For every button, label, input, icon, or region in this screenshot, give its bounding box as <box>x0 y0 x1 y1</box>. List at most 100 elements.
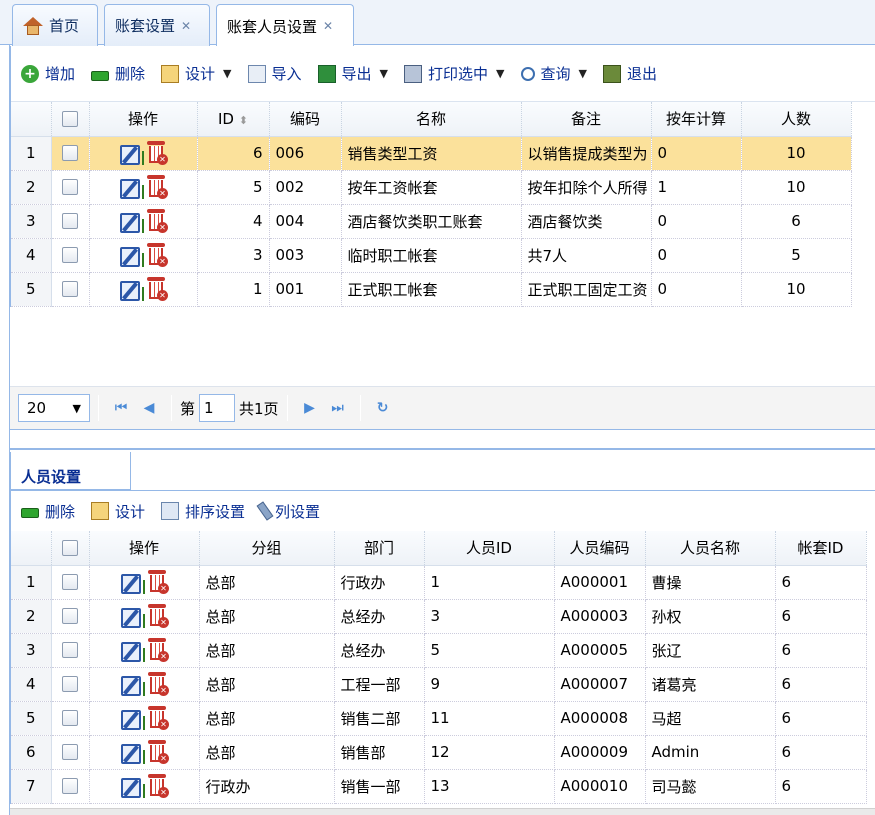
search-button[interactable]: 查询 ▼ <box>520 63 587 84</box>
row-checkbox[interactable] <box>51 769 90 804</box>
tab-account-settings[interactable]: 账套设置 ✕ <box>104 4 210 46</box>
cell-person-id: 1 <box>424 565 555 600</box>
last-page-icon[interactable]: ⏭ <box>324 400 352 416</box>
table-row[interactable]: 1 ✕ 6 006 销售类型工资 以销售提成类型为 0 10 <box>11 136 852 171</box>
design-button[interactable]: 设计 ▼ <box>161 63 232 84</box>
page-number-input[interactable]: 1 <box>199 394 236 422</box>
sort-settings-button[interactable]: 排序设置 <box>161 501 245 522</box>
cell-id: 1 <box>197 272 270 307</box>
row-checkbox[interactable] <box>51 170 90 205</box>
row-checkbox[interactable] <box>51 272 90 307</box>
table-row[interactable]: 5 ✕ 总部 销售二部 11 A000008 马超 6 <box>11 701 867 736</box>
refresh-icon[interactable]: ↻ <box>369 400 397 416</box>
edit-icon[interactable] <box>121 676 141 696</box>
print-selected-button[interactable]: 打印选中 ▼ <box>404 63 505 84</box>
tab-account-staff-settings[interactable]: 账套人员设置 ✕ <box>216 4 354 47</box>
edit-icon[interactable] <box>120 247 140 267</box>
trash-icon[interactable]: ✕ <box>146 243 168 267</box>
trash-icon[interactable]: ✕ <box>147 570 169 594</box>
trash-icon[interactable]: ✕ <box>147 638 169 662</box>
page-size-select[interactable]: 20 ▼ <box>18 394 90 422</box>
horizontal-scrollbar[interactable] <box>10 808 875 815</box>
cell-account-id: 6 <box>775 667 867 702</box>
staff-delete-button[interactable]: 删除 <box>21 501 75 522</box>
cell-group: 总部 <box>199 633 335 668</box>
add-button[interactable]: + 增加 <box>21 63 75 84</box>
edit-icon[interactable] <box>120 145 140 165</box>
table-row[interactable]: 4 ✕ 3 003 临时职工帐套 共7人 0 5 <box>11 238 852 273</box>
close-icon[interactable]: ✕ <box>323 19 333 33</box>
column-settings-button[interactable]: 列设置 <box>256 501 320 522</box>
row-checkbox[interactable] <box>51 136 90 171</box>
export-button[interactable]: 导出 ▼ <box>317 63 388 84</box>
table-row[interactable]: 4 ✕ 总部 工程一部 9 A000007 诸葛亮 6 <box>11 667 867 702</box>
edit-icon[interactable] <box>121 744 141 764</box>
row-checkbox[interactable] <box>51 204 90 239</box>
select-all-checkbox[interactable] <box>51 531 90 566</box>
trash-icon[interactable]: ✕ <box>146 277 168 301</box>
next-page-icon[interactable]: ▶ <box>296 400 324 416</box>
table-row[interactable]: 3 ✕ 4 004 酒店餐饮类职工账套 酒店餐饮类 0 6 <box>11 204 852 239</box>
edit-icon[interactable] <box>120 281 140 301</box>
trash-icon[interactable]: ✕ <box>147 774 169 798</box>
edit-icon[interactable] <box>121 642 141 662</box>
edit-icon[interactable] <box>120 179 140 199</box>
cell-count: 10 <box>741 136 852 171</box>
trash-icon[interactable]: ✕ <box>146 141 168 165</box>
select-all-checkbox[interactable] <box>51 102 90 137</box>
row-actions: ✕ <box>89 136 198 171</box>
edit-icon[interactable] <box>120 213 140 233</box>
table-row[interactable]: 5 ✕ 1 001 正式职工帐套 正式职工固定工资 0 10 <box>11 272 852 307</box>
trash-icon[interactable]: ✕ <box>146 209 168 233</box>
divider <box>171 395 172 421</box>
divider <box>143 784 145 798</box>
tab-home[interactable]: 首页 <box>12 4 98 46</box>
row-checkbox[interactable] <box>51 238 90 273</box>
row-checkbox[interactable] <box>51 633 90 668</box>
cell-by-year: 0 <box>651 272 742 307</box>
row-checkbox[interactable] <box>51 701 90 736</box>
search-icon <box>520 66 535 81</box>
cell-note: 酒店餐饮类 <box>521 204 652 239</box>
column-header-id[interactable]: ID ⬍ <box>197 102 270 137</box>
table-row[interactable]: 2 ✕ 5 002 按年工资帐套 按年扣除个人所得 1 10 <box>11 170 852 205</box>
row-actions: ✕ <box>89 599 200 634</box>
cell-dept: 工程一部 <box>334 667 425 702</box>
trash-icon[interactable]: ✕ <box>147 672 169 696</box>
column-header: 人员编码 <box>554 531 646 566</box>
edit-icon[interactable] <box>121 778 141 798</box>
divider <box>142 219 144 233</box>
chevron-down-icon: ▼ <box>578 67 587 80</box>
edit-icon[interactable] <box>121 710 141 730</box>
tab-staff-settings[interactable]: 人员设置 <box>10 452 131 490</box>
close-icon[interactable]: ✕ <box>181 19 191 33</box>
row-checkbox[interactable] <box>51 565 90 600</box>
import-button[interactable]: 导入 <box>247 63 302 84</box>
exit-button[interactable]: 退出 <box>602 63 657 84</box>
first-page-icon[interactable]: ⏮ <box>107 400 135 416</box>
design-icon <box>161 64 180 83</box>
table-row[interactable]: 3 ✕ 总部 总经办 5 A000005 张辽 6 <box>11 633 867 668</box>
edit-icon[interactable] <box>121 574 141 594</box>
trash-icon[interactable]: ✕ <box>146 175 168 199</box>
row-checkbox[interactable] <box>51 667 90 702</box>
table-row[interactable]: 7 ✕ 行政办 销售一部 13 A000010 司马懿 6 <box>11 769 867 804</box>
divider <box>286 395 288 421</box>
row-number: 2 <box>11 170 52 205</box>
cell-dept: 总经办 <box>334 599 425 634</box>
prev-page-icon[interactable]: ◀ <box>135 400 163 416</box>
delete-button[interactable]: 删除 <box>91 63 145 84</box>
divider <box>143 614 145 628</box>
trash-icon[interactable]: ✕ <box>147 706 169 730</box>
trash-icon[interactable]: ✕ <box>147 604 169 628</box>
cell-id: 4 <box>197 204 270 239</box>
table-row[interactable]: 1 ✕ 总部 行政办 1 A000001 曹操 6 <box>11 565 867 600</box>
table-row[interactable]: 2 ✕ 总部 总经办 3 A000003 孙权 6 <box>11 599 867 634</box>
trash-icon[interactable]: ✕ <box>147 740 169 764</box>
row-checkbox[interactable] <box>51 735 90 770</box>
staff-design-button[interactable]: 设计 <box>91 501 145 522</box>
cell-account-id: 6 <box>775 599 867 634</box>
row-checkbox[interactable] <box>51 599 90 634</box>
table-row[interactable]: 6 ✕ 总部 销售部 12 A000009 Admin 6 <box>11 735 867 770</box>
edit-icon[interactable] <box>121 608 141 628</box>
